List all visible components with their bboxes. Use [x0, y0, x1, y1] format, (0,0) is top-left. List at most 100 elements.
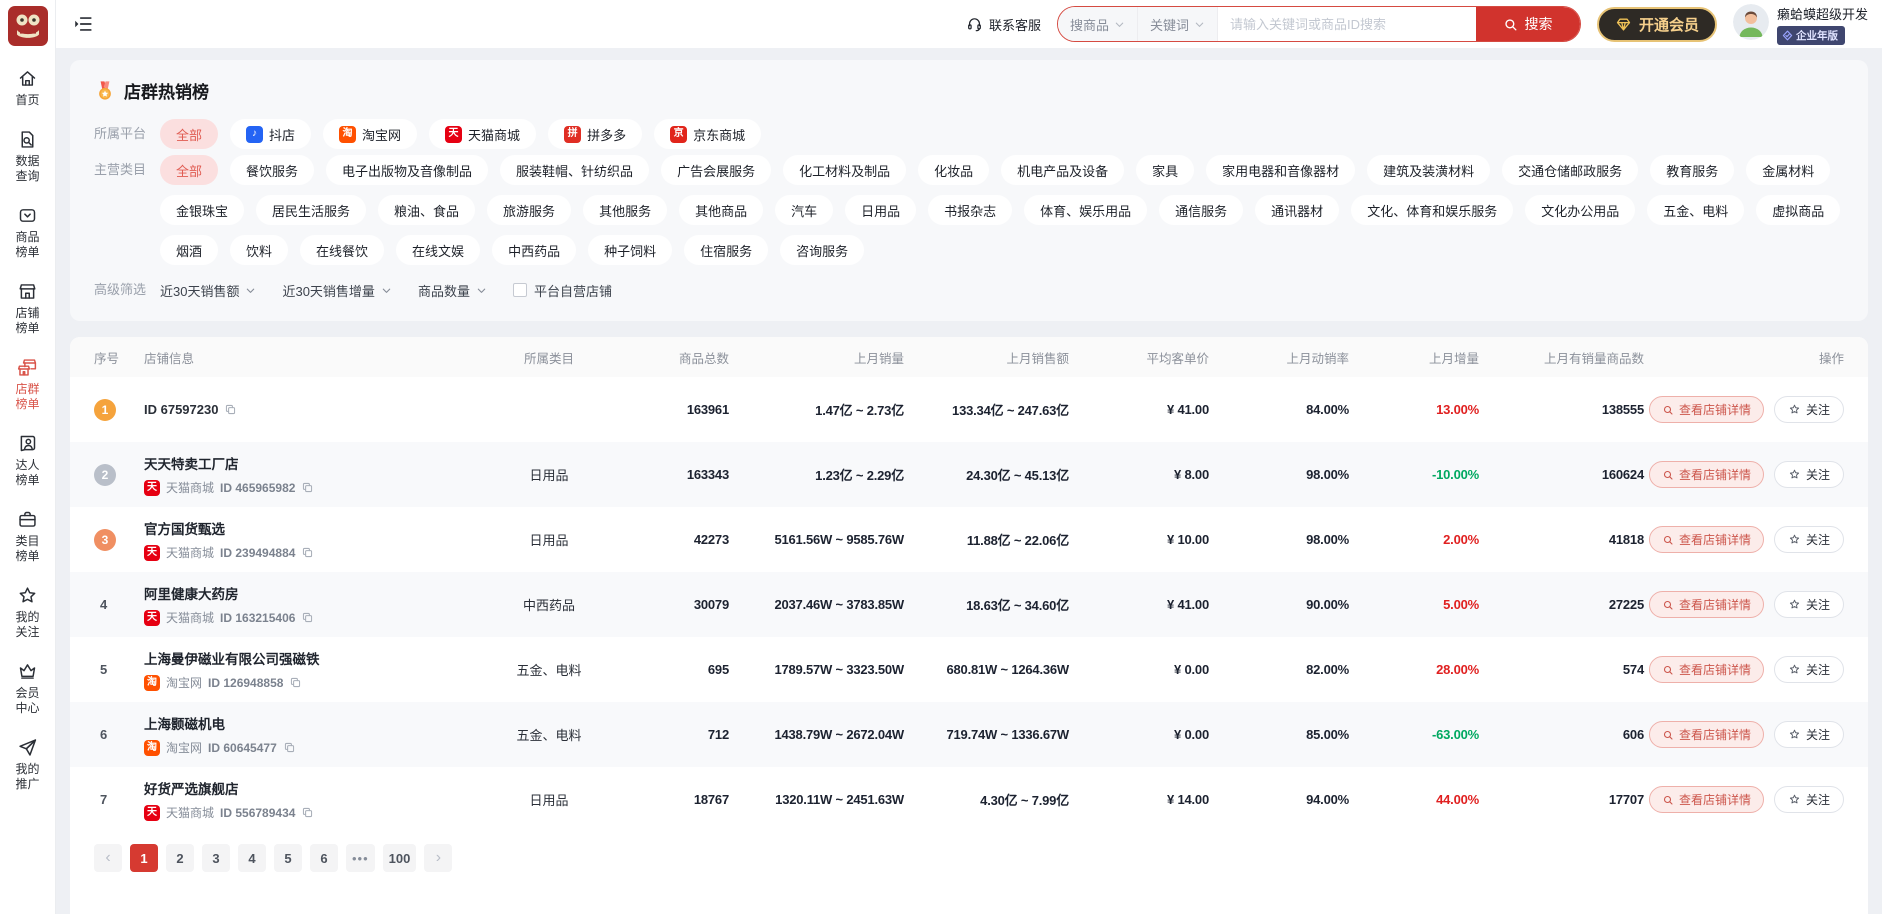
category-pill[interactable]: 咨询服务 [780, 235, 864, 265]
category-pill[interactable]: 居民生活服务 [256, 195, 366, 225]
category-pill[interactable]: 家用电器和音像器材 [1206, 155, 1355, 185]
sidebar-item-home[interactable]: 首页 [13, 68, 43, 108]
category-pill[interactable]: 住宿服务 [684, 235, 768, 265]
sidebar-item-my-follow[interactable]: 我的关注 [13, 585, 43, 640]
page-button-2[interactable]: 2 [166, 844, 194, 872]
category-pill[interactable]: 旅游服务 [487, 195, 571, 225]
page-button-3[interactable]: 3 [202, 844, 230, 872]
category-pill[interactable]: 粮油、食品 [378, 195, 475, 225]
category-pill[interactable]: 其他服务 [583, 195, 667, 225]
category-pill[interactable]: 在线餐饮 [300, 235, 384, 265]
page-button-100[interactable]: 100 [383, 844, 417, 872]
follow-button[interactable]: 关注 [1774, 526, 1844, 553]
shop-name-link[interactable]: 阿里健康大药房 [144, 583, 474, 603]
search-scope-dropdown[interactable]: 搜商品 [1058, 7, 1138, 41]
sort-dropdown[interactable]: 商品数量 [418, 281, 487, 300]
self-operated-checkbox[interactable] [513, 283, 527, 297]
follow-button[interactable]: 关注 [1774, 461, 1844, 488]
user-menu[interactable]: 癞蛤蟆超级开发 企业年版 [1733, 4, 1868, 45]
category-pill[interactable]: 全部 [160, 155, 218, 185]
category-pill[interactable]: 体育、娱乐用品 [1024, 195, 1147, 225]
platform-pill[interactable]: 淘淘宝网 [323, 119, 417, 149]
page-button-1[interactable]: 1 [130, 844, 158, 872]
sort-dropdown[interactable]: 近30天销售额 [160, 281, 256, 300]
view-shop-detail-button[interactable]: 查看店铺详情 [1649, 526, 1764, 553]
category-pill[interactable]: 文化、体育和娱乐服务 [1351, 195, 1513, 225]
platform-pill[interactable]: 拼拼多多 [548, 119, 642, 149]
category-pill[interactable]: 中西药品 [492, 235, 576, 265]
category-pill[interactable]: 教育服务 [1650, 155, 1734, 185]
category-pill[interactable]: 汽车 [775, 195, 833, 225]
sidebar-item-shop-group-rank[interactable]: 店群榜单 [13, 357, 43, 412]
sidebar-item-member-center[interactable]: 会员中心 [13, 661, 43, 716]
collapse-sidebar-button[interactable] [72, 13, 94, 35]
follow-button[interactable]: 关注 [1774, 591, 1844, 618]
category-pill[interactable]: 日用品 [845, 195, 916, 225]
prev-page-button[interactable]: ‹ [94, 844, 122, 872]
view-shop-detail-button[interactable]: 查看店铺详情 [1649, 396, 1764, 423]
category-pill[interactable]: 烟酒 [160, 235, 218, 265]
category-pill[interactable]: 餐饮服务 [230, 155, 314, 185]
sidebar-item-product-rank[interactable]: 商品榜单 [13, 205, 43, 260]
category-pill[interactable]: 广告会展服务 [661, 155, 771, 185]
platform-pill[interactable]: 天天猫商城 [429, 119, 536, 149]
category-pill[interactable]: 在线文娱 [396, 235, 480, 265]
category-pill[interactable]: 电子出版物及音像制品 [326, 155, 488, 185]
taobao-platform-icon: 淘 [339, 126, 356, 143]
next-page-button[interactable]: › [424, 844, 452, 872]
category-pill[interactable]: 种子饲料 [588, 235, 672, 265]
view-shop-detail-button[interactable]: 查看店铺详情 [1649, 721, 1764, 748]
category-pill[interactable]: 化妆品 [918, 155, 989, 185]
shop-name-link[interactable]: 官方国货甄选 [144, 518, 474, 538]
category-pill[interactable]: 机电产品及设备 [1001, 155, 1124, 185]
view-shop-detail-button[interactable]: 查看店铺详情 [1649, 591, 1764, 618]
search-input[interactable] [1218, 7, 1476, 41]
view-shop-detail-button[interactable]: 查看店铺详情 [1649, 656, 1764, 683]
platform-pill[interactable]: 全部 [160, 119, 218, 149]
category-pill[interactable]: 服装鞋帽、针纺织品 [500, 155, 649, 185]
follow-button[interactable]: 关注 [1774, 396, 1844, 423]
category-pill[interactable]: 交通仓储邮政服务 [1502, 155, 1638, 185]
category-pill[interactable]: 文化办公用品 [1525, 195, 1635, 225]
category-pill[interactable]: 饮料 [230, 235, 288, 265]
category-pill[interactable]: 其他商品 [679, 195, 763, 225]
category-pill[interactable]: 建筑及装潢材料 [1367, 155, 1490, 185]
follow-button[interactable]: 关注 [1774, 721, 1844, 748]
platform-pill[interactable]: 京京东商城 [654, 119, 761, 149]
shop-name-link[interactable]: 上海曼伊磁业有限公司强磁铁 [144, 648, 474, 668]
open-vip-button[interactable]: 开通会员 [1597, 7, 1717, 42]
sidebar-item-talent-rank[interactable]: 达人榜单 [13, 433, 43, 488]
sidebar-item-shop-rank[interactable]: 店铺榜单 [13, 281, 43, 336]
page-ellipsis[interactable]: ••• [346, 844, 375, 872]
page-button-5[interactable]: 5 [274, 844, 302, 872]
page-button-4[interactable]: 4 [238, 844, 266, 872]
category-pill[interactable]: 通讯器材 [1255, 195, 1339, 225]
shop-name-link[interactable]: 好货严选旗舰店 [144, 778, 474, 798]
contact-support-button[interactable]: 联系客服 [966, 15, 1041, 34]
sidebar-item-my-promotion[interactable]: 我的推广 [13, 737, 43, 792]
category-pill[interactable]: 书报杂志 [928, 195, 1012, 225]
search-field-dropdown[interactable]: 关键词 [1138, 7, 1218, 41]
sort-dropdown[interactable]: 近30天销售增量 [282, 281, 391, 300]
app-logo[interactable] [8, 6, 48, 46]
category-pill[interactable]: 家具 [1136, 155, 1194, 185]
sidebar-item-category-rank[interactable]: 类目榜单 [13, 509, 43, 564]
follow-button[interactable]: 关注 [1774, 656, 1844, 683]
category-pill[interactable]: 通信服务 [1159, 195, 1243, 225]
category-pill[interactable]: 虚拟商品 [1756, 195, 1840, 225]
category-pill[interactable]: 化工材料及制品 [783, 155, 906, 185]
shop-name-link[interactable]: 上海颢磁机电 [144, 713, 474, 733]
category-pill[interactable]: 金属材料 [1746, 155, 1830, 185]
view-shop-detail-button[interactable]: 查看店铺详情 [1649, 786, 1764, 813]
category-pill[interactable]: 金银珠宝 [160, 195, 244, 225]
star-icon [1788, 598, 1801, 611]
platform-pill[interactable]: ♪抖店 [230, 119, 311, 149]
follow-button[interactable]: 关注 [1774, 786, 1844, 813]
category-pill[interactable]: 五金、电料 [1647, 195, 1744, 225]
shop-name-link[interactable]: 天天特卖工厂店 [144, 453, 474, 473]
sidebar-item-data-query[interactable]: 数据查询 [13, 129, 43, 184]
view-shop-detail-button[interactable]: 查看店铺详情 [1649, 461, 1764, 488]
self-operated-filter[interactable]: 平台自营店铺 [513, 281, 612, 300]
search-button[interactable]: 搜索 [1476, 7, 1580, 41]
page-button-6[interactable]: 6 [310, 844, 338, 872]
